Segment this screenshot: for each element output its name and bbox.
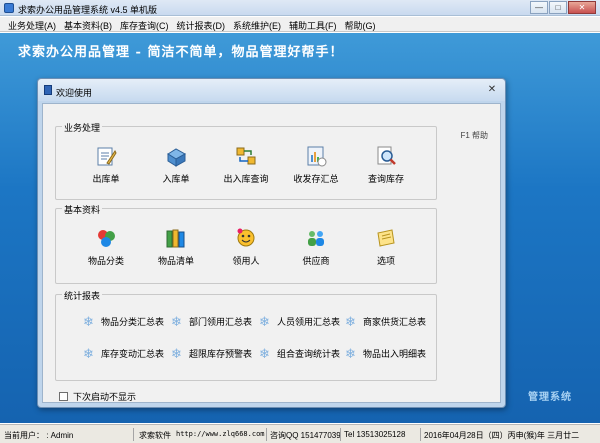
snowflake-icon: ❄ [171,346,182,361]
status-date: 2016年04月28日（四）丙申(猴)年 三月廿二 [424,431,580,440]
welcome-dialog: 欢迎使用 ✕ F1 帮助 业务处理 出库单 入库单 出入库查询 收发存汇总 查询… [37,78,506,408]
inbound-order-button[interactable]: 入库单 [148,145,204,185]
query-stock-button[interactable]: 查询库存 [358,145,414,185]
report-category-summary[interactable]: ❄ 物品分类汇总表 [82,315,164,328]
snowflake-icon: ❄ [345,314,356,329]
report-label: 部门领用汇总表 [189,317,253,327]
checkbox-box[interactable] [59,392,68,401]
report-label: 超限库存预警表 [189,349,253,359]
snowflake-icon: ❄ [171,314,182,329]
inout-query-button[interactable]: 出入库查询 [218,145,274,185]
snowflake-icon: ❄ [345,346,356,361]
recipient-button[interactable]: 领用人 [218,227,274,267]
dialog-body: F1 帮助 业务处理 出库单 入库单 出入库查询 收发存汇总 查询库存 基本资料… [42,103,501,403]
recipient-label: 领用人 [232,256,260,266]
banner-watermark: 管理系统 [528,392,572,403]
snowflake-icon: ❄ [259,346,270,361]
item-category-label: 物品分类 [87,256,124,266]
item-list-button[interactable]: 物品清单 [148,227,204,267]
options-label: 选项 [376,256,395,266]
status-divider [340,428,341,441]
report-department-usage[interactable]: ❄ 部门领用汇总表 [170,315,252,328]
report-label: 商家供货汇总表 [363,317,427,327]
group-basic-data: 基本资料 物品分类 物品清单 领用人 供应商 选项 [55,203,437,284]
menu-reports[interactable]: 统计报表(D) [173,17,230,31]
query-stock-icon [377,146,396,165]
dialog-titlebar: 欢迎使用 ✕ [38,79,505,101]
stock-summary-label: 收发存汇总 [293,174,339,184]
report-stock-warning[interactable]: ❄ 超限库存预警表 [170,347,252,360]
supplier-icon [308,231,324,246]
maximize-button[interactable]: □ [549,1,567,14]
report-stock-change[interactable]: ❄ 库存变动汇总表 [82,347,164,360]
menu-help[interactable]: 帮助(G) [341,17,380,31]
report-combined-query[interactable]: ❄ 组合查询统计表 [258,347,340,360]
help-link[interactable]: F1 帮助 [460,130,488,141]
status-qq: 咨询QQ 151477039 [270,431,341,440]
report-supplier-summary[interactable]: ❄ 商家供货汇总表 [344,315,426,328]
dialog-icon [44,85,52,95]
menu-tools[interactable]: 辅助工具(F) [285,17,341,31]
snowflake-icon: ❄ [259,314,270,329]
snowflake-icon: ❄ [83,346,94,361]
outbound-order-button[interactable]: 出库单 [78,145,134,185]
report-label: 人员领用汇总表 [277,317,341,327]
minimize-button[interactable]: — [530,1,548,14]
item-list-icon [166,229,185,248]
menu-business[interactable]: 业务处理(A) [4,17,60,31]
outbound-order-icon [97,147,117,166]
query-stock-label: 查询库存 [367,174,404,184]
menu-stock-query[interactable]: 库存查询(C) [116,17,173,31]
item-category-button[interactable]: 物品分类 [78,227,134,267]
status-user: 当前用户： : Admin [4,431,74,440]
item-category-icon [98,230,115,247]
status-divider [420,428,421,441]
options-button[interactable]: 选项 [358,227,414,267]
menu-basic-data[interactable]: 基本资料(B) [60,17,116,31]
group-reports: 统计报表 ❄ 物品分类汇总表 ❄ 部门领用汇总表 ❄ 人员领用汇总表 ❄ 商家供… [55,289,437,381]
report-label: 库存变动汇总表 [101,349,165,359]
supplier-label: 供应商 [302,256,330,266]
status-bar: 当前用户： : Admin 求索软件 http://www.zlq668.com… [0,424,600,443]
report-label: 组合查询统计表 [277,349,341,359]
status-divider [133,428,134,441]
inout-query-icon [236,147,256,165]
app-icon [4,3,14,13]
dialog-title: 欢迎使用 [56,88,93,98]
status-divider [266,428,267,441]
report-label: 物品分类汇总表 [101,317,165,327]
status-tel: Tel 13513025128 [344,430,406,439]
report-inout-detail[interactable]: ❄ 物品出入明细表 [344,347,426,360]
status-company: 求索软件 [139,431,171,440]
report-label: 物品出入明细表 [363,349,427,359]
outbound-order-label: 出库单 [92,174,120,184]
banner-slogan: 求索办公用品管理 - 简洁不简单，物品管理好帮手！ [18,45,344,60]
status-url: http://www.zlq668.com [176,430,265,438]
window-title: 求索办公用品管理系统 v4.5 单机版 [18,5,158,15]
options-icon [377,229,395,247]
recipient-icon [237,228,255,247]
menu-bar: 业务处理(A) 基本资料(B) 库存查询(C) 统计报表(D) 系统维护(E) … [0,17,600,32]
report-person-usage[interactable]: ❄ 人员领用汇总表 [258,315,340,328]
dont-show-label: 下次启动不显示 [73,392,137,402]
snowflake-icon: ❄ [83,314,94,329]
close-button[interactable]: ✕ [568,1,596,14]
group-label: 基本资料 [62,203,103,216]
supplier-button[interactable]: 供应商 [288,227,344,267]
group-label: 业务处理 [62,121,103,134]
inbound-order-label: 入库单 [162,174,190,184]
inout-query-label: 出入库查询 [223,174,269,184]
window-titlebar: 求索办公用品管理系统 v4.5 单机版 — □ ✕ [0,0,600,16]
dont-show-checkbox[interactable]: 下次启动不显示 [59,390,136,403]
dialog-close-button[interactable]: ✕ [485,84,499,96]
item-list-label: 物品清单 [157,256,194,266]
stock-summary-icon [307,146,327,167]
group-business: 业务处理 出库单 入库单 出入库查询 收发存汇总 查询库存 [55,121,437,200]
stock-summary-button[interactable]: 收发存汇总 [288,145,344,185]
menu-system[interactable]: 系统维护(E) [229,17,285,31]
window-controls: — □ ✕ [530,1,596,14]
inbound-order-icon [167,148,187,167]
group-label: 统计报表 [62,289,103,302]
